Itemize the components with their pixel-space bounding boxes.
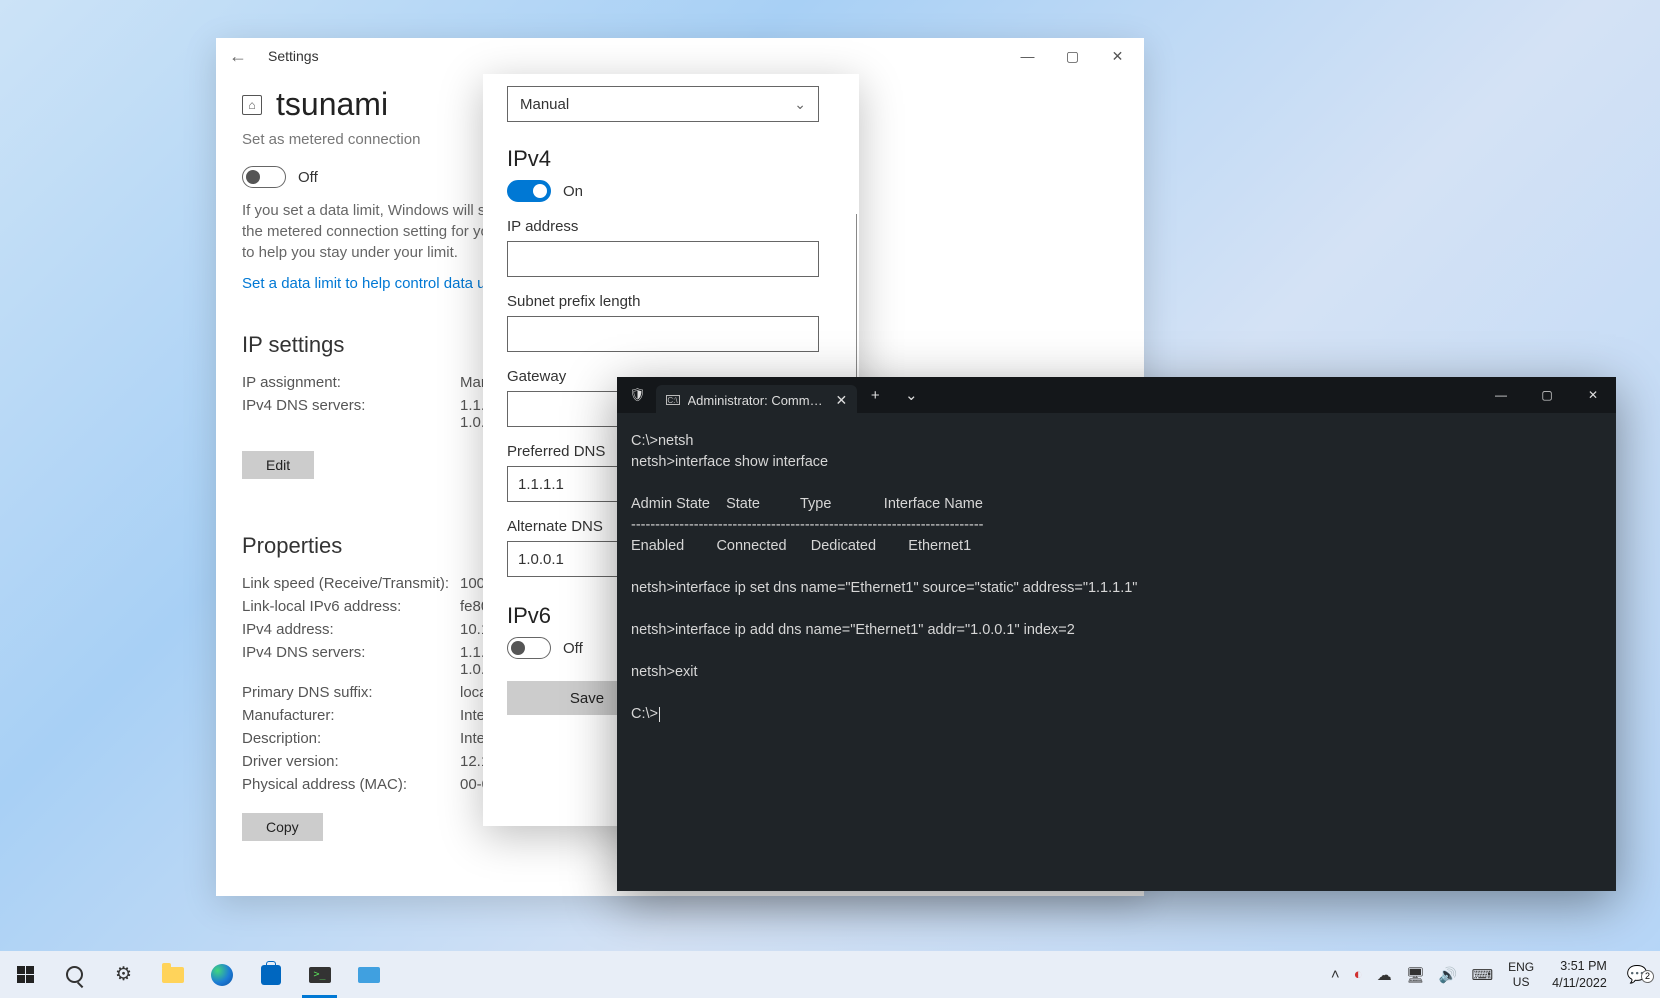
taskbar-explorer-button[interactable] (149, 951, 196, 998)
property-label: Primary DNS suffix: (242, 684, 460, 701)
taskbar-vm-button[interactable] (345, 951, 392, 998)
terminal-minimize-button[interactable]: — (1478, 377, 1524, 413)
cursor-icon (659, 707, 660, 722)
property-label: Manufacturer: (242, 707, 460, 724)
minimize-button[interactable]: — (1005, 41, 1050, 71)
ip-mode-value: Manual (520, 96, 569, 113)
metered-description: If you set a data limit, Windows will se… (242, 200, 502, 263)
cmd-icon: C:\ (666, 395, 680, 405)
taskbar-settings-button[interactable] (100, 951, 147, 998)
metered-toggle[interactable] (242, 166, 286, 188)
start-button[interactable] (2, 951, 49, 998)
settings-window-title: Settings (268, 48, 319, 64)
settings-titlebar: ← Settings — ▢ ✕ (216, 38, 1144, 74)
tab-close-icon[interactable]: ✕ (836, 392, 848, 409)
ip-address-input[interactable] (507, 241, 819, 277)
terminal-titlebar: 🛡 C:\ Administrator: Command Prompt ✕ + … (617, 377, 1616, 413)
ipv6-toggle-label: Off (563, 640, 583, 657)
tray-onedrive-icon[interactable]: ☁ (1372, 966, 1397, 984)
tray-clock[interactable]: 3:51 PM 4/11/2022 (1544, 958, 1615, 991)
subnet-label: Subnet prefix length (507, 293, 835, 310)
edit-button[interactable]: Edit (242, 451, 314, 479)
property-label: Link-local IPv6 address: (242, 598, 460, 615)
taskbar: >_ ˄ ◐ ☁ 🖥 🔊 ⌨ ENG US 3:51 PM 4/11/2022 … (0, 951, 1660, 998)
home-icon[interactable]: ⌂ (242, 95, 262, 115)
taskbar-search-button[interactable] (51, 951, 98, 998)
tray-language[interactable]: ENG US (1502, 960, 1540, 989)
ipv6-toggle[interactable] (507, 637, 551, 659)
tab-dropdown-button[interactable]: ⌄ (893, 380, 929, 410)
property-label: Driver version: (242, 753, 460, 770)
terminal-window: 🛡 C:\ Administrator: Command Prompt ✕ + … (617, 377, 1616, 891)
tray-notifications[interactable]: 💬2 (1619, 965, 1656, 985)
terminal-close-button[interactable]: ✕ (1570, 377, 1616, 413)
subnet-input[interactable] (507, 316, 819, 352)
new-tab-button[interactable]: + (857, 380, 893, 410)
terminal-output: C:\>netsh netsh>interface show interface… (631, 431, 1602, 725)
metered-toggle-label: Off (298, 169, 318, 186)
chevron-down-icon: ⌄ (794, 96, 806, 113)
ip-mode-select[interactable]: Manual ⌄ (507, 86, 819, 122)
shield-icon: 🛡 (629, 387, 646, 403)
tray-network-icon[interactable]: 🖥 (1401, 966, 1430, 984)
tray-volume-icon[interactable]: 🔊 (1434, 966, 1463, 984)
page-title: tsunami (276, 86, 388, 123)
property-label: Physical address (MAC): (242, 776, 460, 793)
tray-security-icon[interactable]: ◐ (1349, 966, 1368, 983)
ip-assignment-label: IP assignment: (242, 374, 460, 391)
tray-keyboard-icon[interactable]: ⌨ (1466, 966, 1498, 984)
terminal-body[interactable]: C:\>netsh netsh>interface show interface… (617, 413, 1616, 891)
taskbar-store-button[interactable] (247, 951, 294, 998)
taskbar-edge-button[interactable] (198, 951, 245, 998)
property-label: IPv4 DNS servers: (242, 644, 460, 678)
taskbar-terminal-button[interactable]: >_ (296, 951, 343, 998)
ipv4-toggle-label: On (563, 183, 583, 200)
property-label: Link speed (Receive/Transmit): (242, 575, 460, 592)
close-button[interactable]: ✕ (1095, 41, 1140, 71)
terminal-maximize-button[interactable]: ▢ (1524, 377, 1570, 413)
tray-chevron-icon[interactable]: ˄ (1326, 966, 1345, 983)
ipv4-toggle[interactable] (507, 180, 551, 202)
ip-address-label: IP address (507, 218, 835, 235)
terminal-tab[interactable]: C:\ Administrator: Command Prompt ✕ (656, 385, 858, 415)
property-label: IPv4 address: (242, 621, 460, 638)
copy-button[interactable]: Copy (242, 813, 323, 841)
ipv4-heading: IPv4 (507, 146, 835, 172)
back-button[interactable]: ← (220, 38, 256, 74)
dns-servers-label: IPv4 DNS servers: (242, 397, 460, 431)
property-label: Description: (242, 730, 460, 747)
terminal-tab-title: Administrator: Command Prompt (688, 393, 828, 408)
maximize-button[interactable]: ▢ (1050, 41, 1095, 71)
